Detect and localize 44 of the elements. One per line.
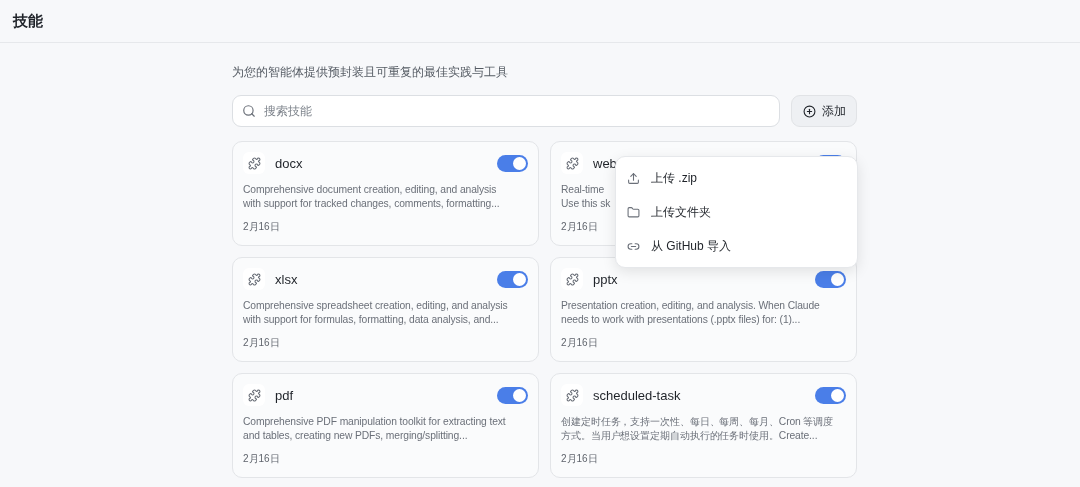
puzzle-icon <box>243 268 265 290</box>
toggle-switch[interactable] <box>497 154 528 172</box>
menu-item[interactable]: 上传 .zip <box>616 161 857 195</box>
skill-card[interactable]: scheduled-task 创建定时任务，支持一次性、每日、每周、每月、Cron 等调度 方式。当用户想设置定期自动执行的任务时使用。Create... 2月16日 <box>550 373 857 478</box>
folder-icon <box>627 205 640 219</box>
skill-card[interactable]: docx Comprehensive document creation, editing, and analysis with support for tracked changes, comments, formatting... 2月16日 <box>232 141 539 246</box>
toggle-switch[interactable] <box>497 270 528 288</box>
skill-description: Comprehensive spreadsheet creation, editing, and analysis with support for formulas, formatting, data analysis, and... <box>243 299 509 327</box>
skill-name: docx <box>275 155 304 171</box>
skill-date: 2月16日 <box>243 220 281 234</box>
puzzle-icon <box>243 152 265 174</box>
toggle-switch[interactable] <box>497 386 528 404</box>
skill-name: xlsx <box>275 271 299 287</box>
plus-icon <box>802 104 816 118</box>
skill-card[interactable]: xlsx Comprehensive spreadsheet creation, editing, and analysis with support for formulas, formatting, data analysis, and... 2月16日 <box>232 257 539 362</box>
skill-description: Comprehensive document creation, editing, and analysis with support for tracked changes, comments, formatting... <box>243 183 501 211</box>
puzzle-icon <box>561 152 583 174</box>
page-title: 技能 <box>13 11 43 31</box>
skill-description: Presentation creation, editing, and analysis. When Claude needs to work with presentations (.pptx files) for: (1)... <box>561 299 821 327</box>
skill-description: Real-time Use this sk <box>561 183 612 211</box>
skill-date: 2月16日 <box>561 220 599 234</box>
skill-name: web <box>593 155 618 171</box>
search-icon <box>242 104 256 118</box>
skill-card[interactable]: pptx Presentation creation, editing, and analysis. When Claude needs to work with presentations (.pptx files) for: (1)... 2月16日 <box>550 257 857 362</box>
toggle-switch[interactable] <box>815 386 846 404</box>
puzzle-icon <box>243 384 265 406</box>
upload-icon <box>627 171 640 185</box>
puzzle-icon <box>561 268 583 290</box>
skill-description: 创建定时任务，支持一次性、每日、每周、每月、Cron 等调度 方式。当用户想设置定期自动执行的任务时使用。Create... <box>561 415 835 443</box>
menu-item[interactable]: 上传文件夹 <box>616 195 857 229</box>
skill-name: pptx <box>593 271 619 287</box>
skill-card[interactable]: pdf Comprehensive PDF manipulation toolkit for extracting text and tables, creating new PDFs, merging/splitting... 2月16日 <box>232 373 539 478</box>
skill-date: 2月16日 <box>561 452 599 466</box>
skill-name: pdf <box>275 387 295 403</box>
subtitle: 为您的智能体提供预封装且可重复的最佳实践与工具 <box>232 64 509 81</box>
add-button[interactable]: 添加 <box>791 95 857 127</box>
toggle-switch[interactable] <box>815 270 846 288</box>
skill-date: 2月16日 <box>243 336 281 350</box>
puzzle-icon <box>561 384 583 406</box>
skill-name: scheduled-task <box>593 387 682 403</box>
skill-description: Comprehensive PDF manipulation toolkit for extracting text and tables, creating new PDFs, merging/splitting... <box>243 415 507 443</box>
search-field[interactable]: 搜索技能 <box>232 95 780 127</box>
skill-date: 2月16日 <box>561 336 599 350</box>
skill-date: 2月16日 <box>243 452 281 466</box>
